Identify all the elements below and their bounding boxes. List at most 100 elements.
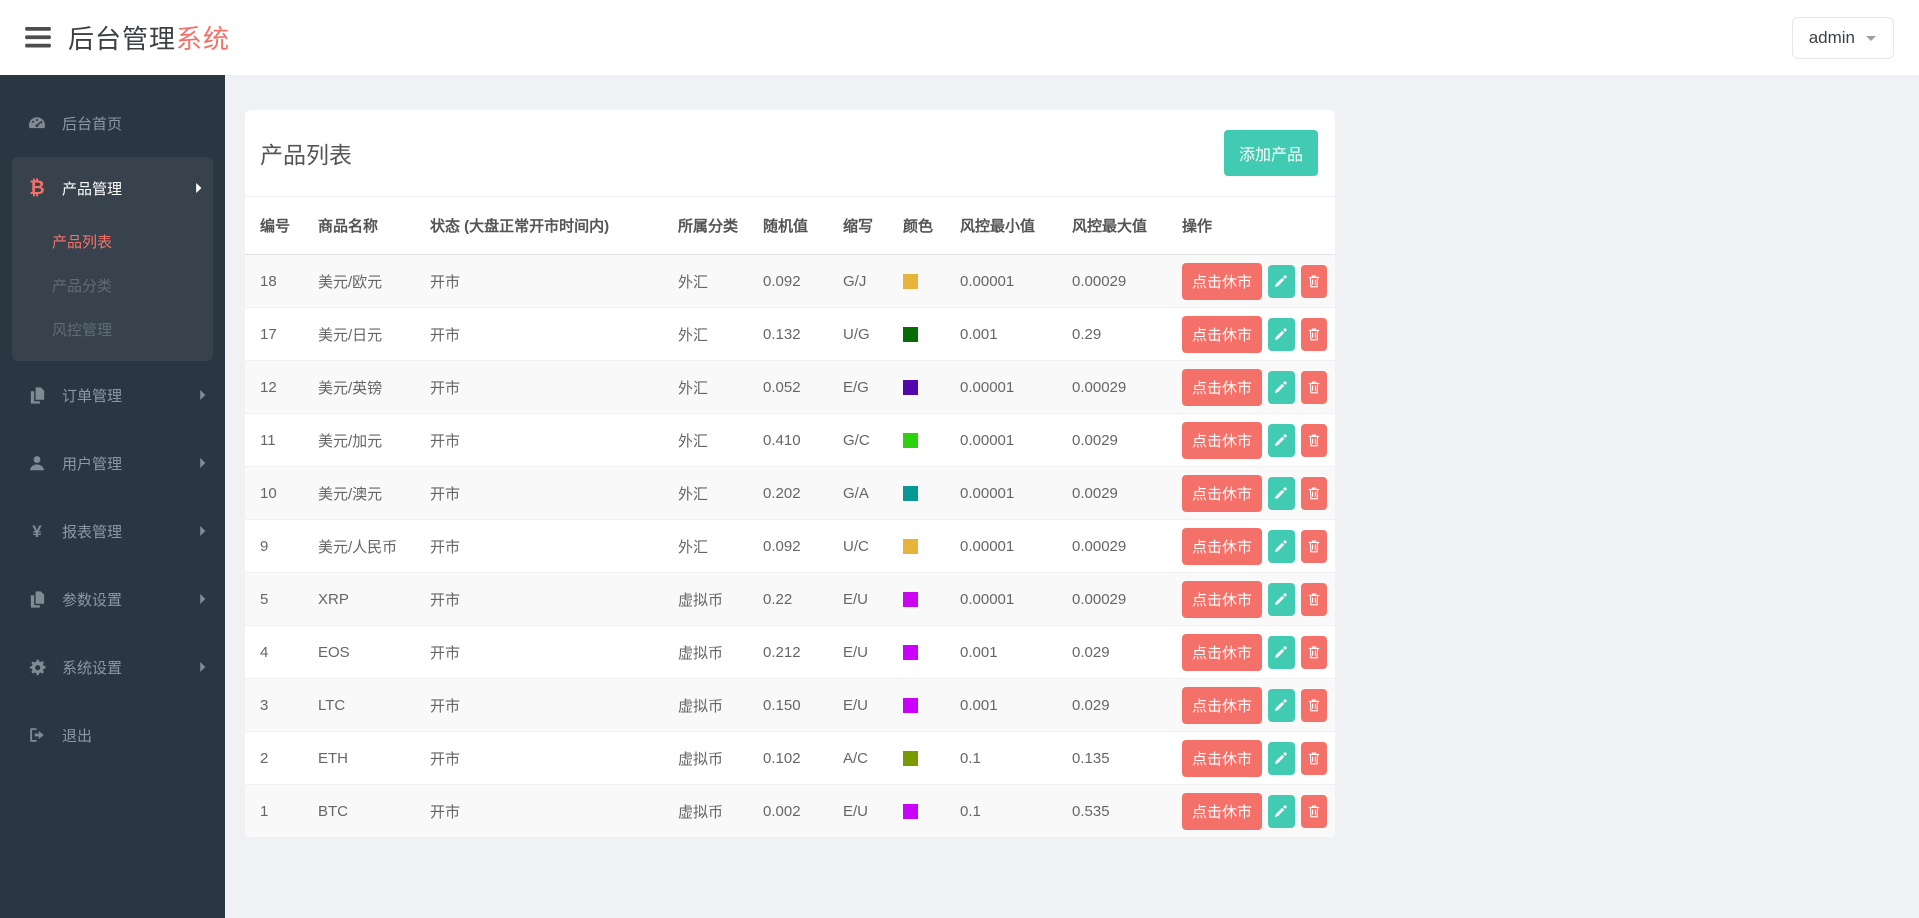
delete-button[interactable] [1300,794,1327,828]
menu-toggle-icon[interactable] [25,27,51,48]
sidebar-item-users[interactable]: 用户管理 [0,429,225,497]
table-row: 5 XRP 开市 虚拟币 0.22 E/U 0.00001 0.00029 点击休市 [245,572,1335,626]
cell-name: 美元/澳元 [310,466,422,520]
cell-abbr: E/U [835,625,895,679]
brand-logo[interactable]: 后台管理系统 [68,19,230,56]
delete-button[interactable] [1300,529,1327,563]
sidebar-subitem-product-category[interactable]: 产品分类 [12,263,213,307]
column-header: 随机值 [755,197,835,255]
sidebar-group-reports: ¥ 报表管理 [0,497,225,565]
sidebar-item-label: 报表管理 [62,523,123,541]
delete-button[interactable] [1300,370,1327,404]
table-row: 12 美元/英镑 开市 外汇 0.052 E/G 0.00001 0.00029 点击休市 [245,360,1335,414]
row-actions: 点击休市 [1182,421,1327,459]
cell-actions: 点击休市 [1174,678,1335,732]
cell-random: 0.202 [755,466,835,520]
trash-icon [1306,591,1322,607]
cell-risk-min: 0.00001 [952,360,1064,414]
sidebar-subitem-risk-management[interactable]: 风控管理 [12,307,213,351]
page-title: 产品列表 [260,142,352,168]
cell-actions: 点击休市 [1174,254,1335,308]
cell-abbr: U/C [835,519,895,573]
cell-risk-max: 0.535 [1064,784,1174,838]
cell-name: 美元/欧元 [310,254,422,308]
cell-name: 美元/加元 [310,413,422,467]
edit-button[interactable] [1268,423,1295,457]
row-actions: 点击休市 [1182,315,1327,353]
trash-icon [1306,273,1322,289]
column-header: 缩写 [835,197,895,255]
close-market-button[interactable]: 点击休市 [1182,633,1263,671]
cell-random: 0.150 [755,678,835,732]
color-swatch [903,274,918,290]
table-header-row: 编号 商品名称 状态 (大盘正常开市时间内) 所属分类 随机值 缩写 颜色 风控最小值 风控最大… [245,197,1335,255]
sidebar-item-orders[interactable]: 订单管理 [0,361,225,429]
close-market-button[interactable]: 点击休市 [1182,315,1263,353]
sidebar-item-logout[interactable]: 退出 [0,701,225,769]
edit-button[interactable] [1268,582,1295,616]
close-market-button[interactable]: 点击休市 [1182,527,1263,565]
cell-color [895,466,952,520]
delete-button[interactable] [1300,635,1327,669]
cell-actions: 点击休市 [1174,413,1335,467]
cell-risk-max: 0.0029 [1064,413,1174,467]
close-market-button[interactable]: 点击休市 [1182,739,1263,777]
delete-button[interactable] [1300,582,1327,616]
close-market-button[interactable]: 点击休市 [1182,262,1263,300]
delete-button[interactable] [1300,264,1327,298]
cell-category: 外汇 [670,519,755,573]
cell-abbr: A/C [835,731,895,785]
sidebar-item-reports[interactable]: ¥ 报表管理 [0,497,225,565]
edit-button[interactable] [1268,317,1295,351]
delete-button[interactable] [1300,476,1327,510]
cell-risk-max: 0.00029 [1064,360,1174,414]
sidebar-group-orders: 订单管理 [0,361,225,429]
column-header: 状态 (大盘正常开市时间内) [422,197,670,255]
cell-risk-max: 0.29 [1064,307,1174,361]
sidebar-item-home[interactable]: 后台首页 [0,89,225,157]
edit-button[interactable] [1268,529,1295,563]
delete-button[interactable] [1300,741,1327,775]
cell-color [895,254,952,308]
row-actions: 点击休市 [1182,633,1327,671]
close-market-button[interactable]: 点击休市 [1182,792,1263,830]
cell-id: 17 [245,307,310,361]
sidebar: 后台首页 ₿ 产品管理 产品列表 产品分类 风控管理订单管理 用户管理 ¥ 报表管理 参数设置 系统… [0,75,225,918]
close-market-button[interactable]: 点击休市 [1182,474,1263,512]
trash-icon [1306,326,1322,342]
sidebar-group-users: 用户管理 [0,429,225,497]
sidebar-item-params[interactable]: 参数设置 [0,565,225,633]
cell-name: XRP [310,572,422,626]
close-market-button[interactable]: 点击休市 [1182,421,1263,459]
edit-button[interactable] [1268,476,1295,510]
cell-actions: 点击休市 [1174,731,1335,785]
edit-button[interactable] [1268,635,1295,669]
edit-button[interactable] [1268,794,1295,828]
sidebar-subitem-product-list[interactable]: 产品列表 [12,219,213,263]
edit-button[interactable] [1268,741,1295,775]
cell-id: 11 [245,413,310,467]
edit-button[interactable] [1268,688,1295,722]
edit-button[interactable] [1268,370,1295,404]
cell-name: EOS [310,625,422,679]
close-market-button[interactable]: 点击休市 [1182,368,1263,406]
sidebar-item-label: 退出 [62,727,93,745]
delete-button[interactable] [1300,423,1327,457]
cell-id: 2 [245,731,310,785]
delete-button[interactable] [1300,317,1327,351]
sidebar-item-system[interactable]: 系统设置 [0,633,225,701]
delete-button[interactable] [1300,688,1327,722]
close-market-button[interactable]: 点击休市 [1182,686,1263,724]
color-swatch [903,327,918,343]
cell-risk-min: 0.00001 [952,413,1064,467]
user-menu-button[interactable]: admin [1791,16,1894,59]
edit-button[interactable] [1268,264,1295,298]
column-header: 所属分类 [670,197,755,255]
sidebar-item-products[interactable]: ₿ 产品管理 [12,157,213,219]
table-body: 18 美元/欧元 开市 外汇 0.092 G/J 0.00001 0.00029 点击休市 17 美… [245,254,1335,838]
pencil-icon [1273,326,1289,342]
table-row: 18 美元/欧元 开市 外汇 0.092 G/J 0.00001 0.00029 点击休市 [245,254,1335,308]
cell-risk-max: 0.00029 [1064,519,1174,573]
close-market-button[interactable]: 点击休市 [1182,580,1263,618]
add-product-button[interactable]: 添加产品 [1223,130,1318,176]
